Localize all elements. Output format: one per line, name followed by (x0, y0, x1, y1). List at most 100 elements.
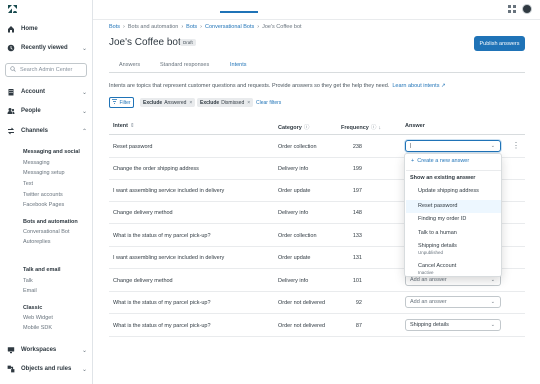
nav-account[interactable]: Account ⌄ (7, 88, 87, 96)
answer-select[interactable]: Add an answer ⌄ (405, 296, 501, 308)
sort-desc-icon: ↓ (378, 125, 382, 131)
publish-answers-button[interactable]: Publish answers (474, 36, 525, 51)
intent-cell: Change delivery method (113, 278, 173, 284)
status-badge: Draft (180, 39, 196, 46)
menu-option-finding-order-id[interactable]: Finding my order ID (418, 216, 466, 222)
chevron-down-icon: ⌄ (490, 277, 495, 283)
table-row[interactable]: What is the status of my parcel pick-up?… (109, 315, 525, 337)
create-answer-option[interactable]: + Create a new answer (411, 158, 469, 164)
sidebar-item-text[interactable]: Text (23, 181, 33, 187)
category-cell: Order update (278, 255, 311, 261)
nav-channels[interactable]: Channels ⌃ (7, 127, 87, 135)
channels-icon (7, 127, 15, 135)
learn-about-intents-link[interactable]: Learn about intents ↗ (392, 83, 445, 89)
menu-option-status: Unpublished (418, 250, 444, 255)
answer-select[interactable]: | ⌄ (405, 140, 501, 152)
breadcrumb-separator: › (123, 24, 125, 30)
chevron-down-icon: ⌄ (81, 45, 87, 52)
menu-option-label: Cancel Account (418, 263, 457, 269)
nav-account-label: Account (21, 89, 45, 95)
column-header-category[interactable]: Category ⓘ (278, 123, 309, 131)
breadcrumb-separator: › (257, 24, 260, 30)
answer-select[interactable]: Shipping details ⌄ (405, 319, 501, 331)
menu-option-reset-password[interactable]: Reset password (418, 203, 457, 209)
chevron-down-icon: ⌄ (81, 89, 87, 96)
sidebar-item-conversational-bot[interactable]: Conversational Bot (23, 229, 69, 235)
intent-cell: I want assembling service included in de… (113, 255, 225, 261)
objects-icon (7, 365, 15, 373)
breadcrumb-conversational-bots[interactable]: Conversational Bots (205, 24, 254, 30)
chevron-down-icon: ⌄ (81, 366, 87, 373)
nav-workspaces[interactable]: Workspaces ⌄ (7, 346, 87, 354)
menu-option-label: Shipping details (418, 243, 457, 249)
overflow-menu-icon[interactable]: ⋮ (512, 141, 520, 150)
plus-icon: + (411, 158, 415, 164)
tab-answers[interactable]: Answers (119, 62, 140, 68)
tab-bar: Answers Standard responses Intents (109, 60, 525, 73)
breadcrumb-bots[interactable]: Bots (109, 24, 120, 30)
product-tray-icon[interactable] (508, 5, 516, 13)
intro-text: Intents are topics that represent custom… (109, 83, 446, 89)
tab-standard-responses[interactable]: Standard responses (160, 62, 209, 68)
answer-dropdown-menu: + Create a new answer Show an existing an… (404, 153, 502, 277)
section-title-talk-email: Talk and email (23, 267, 61, 273)
breadcrumb-separator: › (200, 24, 203, 30)
search-icon (10, 66, 16, 74)
chip-bold-label: Exclude (200, 99, 220, 106)
frequency-cell: 199 (352, 166, 362, 172)
filter-chip-answered[interactable]: Exclude Answered × (140, 98, 196, 107)
people-icon (7, 107, 15, 115)
frequency-cell: 92 (355, 300, 362, 306)
section-title-messaging: Messaging and social (23, 149, 80, 155)
info-icon: ⓘ (370, 125, 377, 131)
search-input[interactable]: Search Admin Center (5, 63, 87, 77)
filter-chip-dismissed[interactable]: Exclude Dismissed × (197, 98, 254, 107)
column-header-answer: Answer (405, 123, 425, 129)
frequency-cell: 197 (352, 188, 362, 194)
chevron-down-icon: ⌄ (490, 322, 495, 328)
breadcrumb-bots-automation[interactable]: Bots and automation (128, 24, 178, 30)
nav-people[interactable]: People ⌄ (7, 107, 87, 115)
frequency-cell: 87 (355, 323, 362, 329)
breadcrumb-bots-2[interactable]: Bots (186, 24, 197, 30)
menu-option-update-shipping[interactable]: Update shipping address (418, 188, 479, 194)
clock-icon (7, 44, 15, 52)
sidebar-item-talk[interactable]: Talk (23, 278, 33, 284)
filter-button[interactable]: Filter (109, 97, 134, 108)
chip-label: Dismissed (221, 99, 245, 106)
nav-objects-rules[interactable]: Objects and rules ⌄ (7, 365, 87, 373)
column-header-frequency[interactable]: Frequency ⓘ ↓ (341, 123, 381, 131)
sidebar-item-twitter[interactable]: Twitter accounts (23, 192, 63, 198)
sidebar-item-autoreplies[interactable]: Autoreplies (23, 239, 51, 245)
clear-filters-link[interactable]: Clear filters (256, 100, 281, 106)
intro-description: Intents are topics that represent custom… (109, 83, 390, 89)
tab-intents[interactable]: Intents (230, 62, 247, 68)
breadcrumb-separator: › (181, 24, 184, 30)
user-avatar[interactable] (522, 4, 532, 14)
nav-workspaces-label: Workspaces (21, 347, 57, 353)
sidebar-item-email[interactable]: Email (23, 288, 37, 294)
close-icon[interactable]: × (189, 100, 192, 106)
nav-home[interactable]: Home (7, 25, 87, 33)
chevron-up-icon: ⌃ (81, 128, 87, 135)
zendesk-logo-icon[interactable] (8, 5, 17, 16)
sidebar-item-web-widget[interactable]: Web Widget (23, 315, 53, 321)
frequency-cell: 133 (352, 233, 362, 239)
intent-cell: Reset password (113, 144, 153, 150)
column-header-label: Answer (405, 123, 425, 129)
column-header-label: Category (278, 125, 302, 131)
sidebar-item-messaging-setup[interactable]: Messaging setup (23, 170, 65, 176)
column-header-label: Frequency (341, 125, 369, 131)
sidebar-item-mobile-sdk[interactable]: Mobile SDK (23, 325, 52, 331)
column-header-intent[interactable]: Intent ⇕ (113, 123, 135, 129)
sidebar-item-facebook[interactable]: Facebook Pages (23, 202, 64, 208)
nav-recently-viewed-label: Recently viewed (21, 45, 68, 51)
menu-option-talk-to-human[interactable]: Talk to a human (418, 230, 457, 236)
menu-option-cancel-account[interactable]: Cancel Account Inactive (418, 263, 456, 275)
section-title-bots: Bots and automation (23, 219, 78, 225)
nav-recently-viewed[interactable]: Recently viewed ⌄ (7, 44, 87, 52)
menu-option-shipping-details[interactable]: Shipping details Unpublished (418, 243, 457, 255)
sidebar-item-messaging[interactable]: Messaging (23, 160, 50, 166)
close-icon[interactable]: × (247, 100, 250, 106)
table-row[interactable]: What is the status of my parcel pick-up?… (109, 292, 525, 314)
